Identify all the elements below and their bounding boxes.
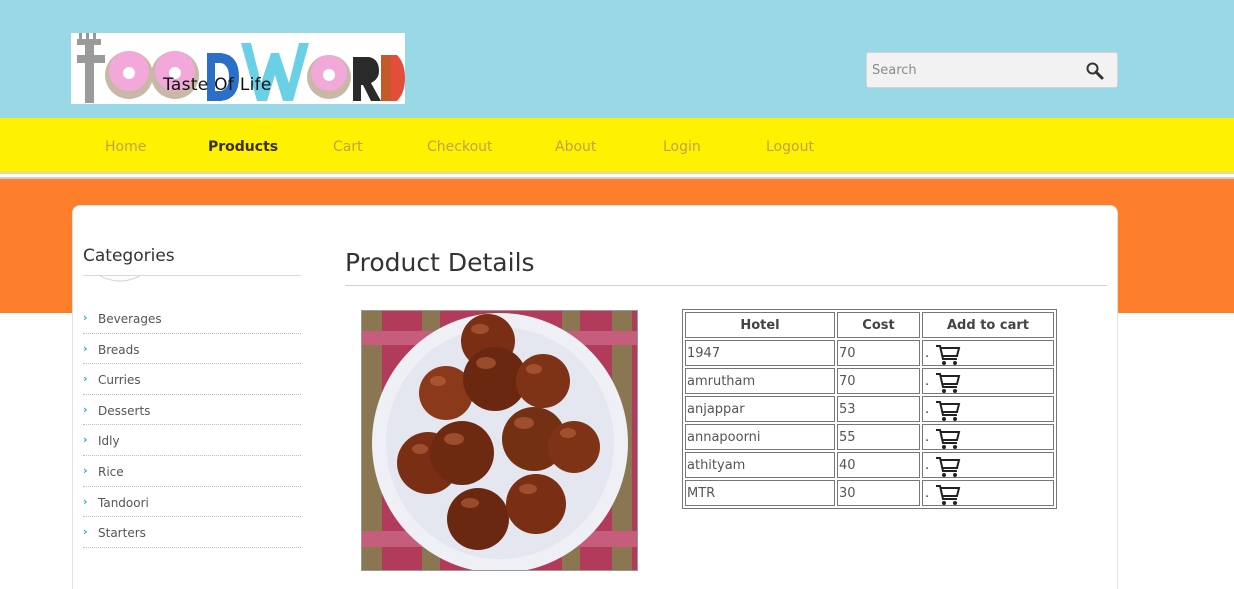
divider-notch (100, 276, 140, 282)
search-icon[interactable] (1085, 61, 1105, 81)
title-divider (345, 285, 1107, 286)
hotel-name: amrutham (685, 368, 835, 394)
add-to-cart-cell: . (922, 396, 1054, 422)
product-image (361, 310, 638, 571)
category-item-desserts[interactable]: › Desserts (83, 395, 301, 426)
category-item-curries[interactable]: › Curries (83, 364, 301, 395)
category-item-tandoori[interactable]: › Tandoori (83, 487, 301, 518)
hotel-name: anjappar (685, 396, 835, 422)
cart-prefix: . (925, 402, 930, 417)
category-label: Desserts (98, 403, 151, 418)
category-label: Starters (98, 526, 146, 541)
category-item-starters[interactable]: › Starters (83, 517, 301, 548)
category-item-idly[interactable]: › Idly (83, 425, 301, 456)
categories-title: Categories (83, 246, 175, 266)
shopping-cart-icon[interactable] (935, 484, 961, 506)
table-header-row: Hotel Cost Add to cart (685, 312, 1054, 338)
category-label: Tandoori (98, 495, 149, 510)
category-label: Idly (98, 434, 120, 449)
search-input[interactable] (867, 53, 1077, 87)
column-header-add-to-cart: Add to cart (922, 312, 1054, 338)
hotel-cost: 40 (837, 452, 920, 478)
table-row: MTR 30 . (685, 480, 1054, 506)
hotel-name: 1947 (685, 340, 835, 366)
bullet-icon: › (83, 433, 88, 447)
nav-checkout[interactable]: Checkout (427, 139, 493, 155)
category-label: Beverages (98, 312, 162, 326)
bullet-icon: › (83, 341, 88, 355)
add-to-cart-cell: . (922, 368, 1054, 394)
shopping-cart-icon[interactable] (935, 344, 961, 366)
hotel-name: athityam (685, 452, 835, 478)
table-row: anjappar 53 . (685, 396, 1054, 422)
main-nav: Home Products Cart Checkout About Login … (0, 118, 1234, 174)
category-label: Rice (98, 464, 124, 479)
page-title: Product Details (345, 248, 535, 277)
cart-prefix: . (925, 430, 930, 445)
table-row: athityam 40 . (685, 452, 1054, 478)
categories-list: › Beverages › Breads › Curries › Desserts › I… (83, 303, 301, 548)
nav-products[interactable]: Products (208, 139, 278, 155)
hotel-cost: 55 (837, 424, 920, 450)
nav-cart[interactable]: Cart (333, 139, 363, 155)
cart-prefix: . (925, 346, 930, 361)
nav-about[interactable]: About (555, 139, 596, 155)
site-header: Taste Of Life (0, 0, 1234, 118)
nav-logout[interactable]: Logout (766, 139, 814, 155)
hotel-cost: 30 (837, 480, 920, 506)
cart-prefix: . (925, 374, 930, 389)
column-header-hotel: Hotel (685, 312, 835, 338)
nav-home[interactable]: Home (105, 139, 146, 155)
hotel-cost: 53 (837, 396, 920, 422)
table-row: annapoorni 55 . (685, 424, 1054, 450)
table-row: 1947 70 . (685, 340, 1054, 366)
category-label: Breads (98, 342, 140, 357)
category-item-rice[interactable]: › Rice (83, 456, 301, 487)
bullet-icon: › (83, 494, 88, 508)
category-label: Curries (98, 373, 141, 388)
bullet-icon: › (83, 402, 88, 416)
bullet-icon: › (83, 463, 88, 477)
cart-prefix: . (925, 486, 930, 501)
bullet-icon: › (83, 311, 88, 324)
add-to-cart-cell: . (922, 452, 1054, 478)
shopping-cart-icon[interactable] (935, 456, 961, 478)
nav-login[interactable]: Login (663, 139, 701, 155)
category-item-beverages[interactable]: › Beverages (83, 303, 301, 334)
add-to-cart-cell: . (922, 340, 1054, 366)
table-row: amrutham 70 . (685, 368, 1054, 394)
add-to-cart-cell: . (922, 480, 1054, 506)
bullet-icon: › (83, 525, 88, 539)
logo-tagline: Taste Of Life (163, 75, 272, 95)
hotel-name: annapoorni (685, 424, 835, 450)
hotel-name: MTR (685, 480, 835, 506)
cart-prefix: . (925, 458, 930, 473)
add-to-cart-cell: . (922, 424, 1054, 450)
shopping-cart-icon[interactable] (935, 372, 961, 394)
shopping-cart-icon[interactable] (935, 400, 961, 422)
hotel-price-table: Hotel Cost Add to cart 1947 70 . amrutha… (682, 309, 1057, 509)
site-logo[interactable]: Taste Of Life (71, 33, 405, 104)
bullet-icon: › (83, 372, 88, 386)
hotel-cost: 70 (837, 368, 920, 394)
category-item-breads[interactable]: › Breads (83, 334, 301, 365)
hotel-cost: 70 (837, 340, 920, 366)
shopping-cart-icon[interactable] (935, 428, 961, 450)
column-header-cost: Cost (837, 312, 920, 338)
search-box (866, 52, 1118, 88)
